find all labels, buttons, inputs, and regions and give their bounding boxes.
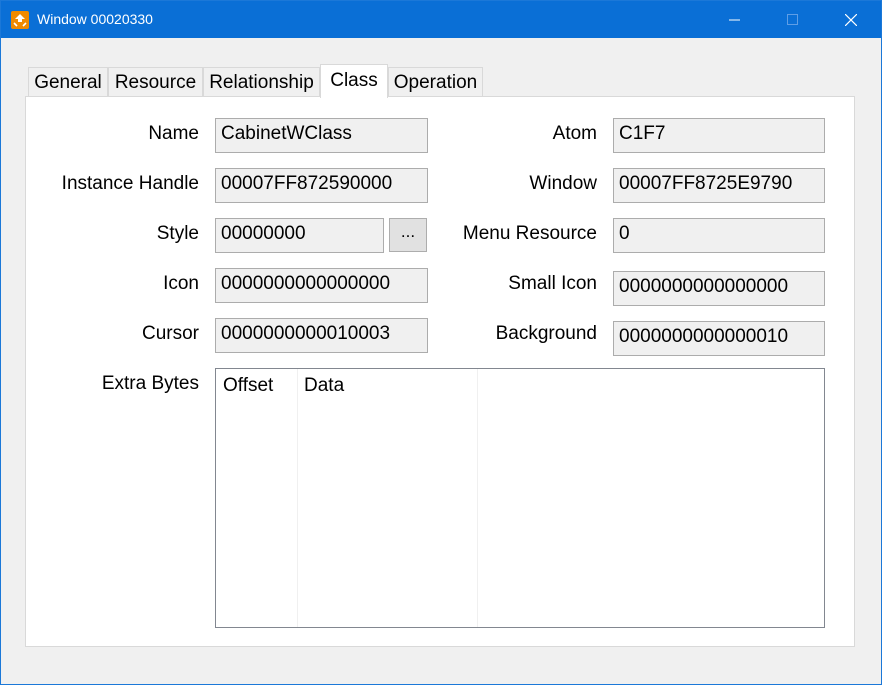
style-label: Style [156, 223, 199, 244]
instance-handle-label: Instance Handle [61, 173, 199, 194]
tab-general[interactable]: General [28, 67, 108, 96]
extra-bytes-list[interactable]: Offset Data [215, 368, 825, 628]
window-label: Window [529, 173, 597, 194]
cursor-field[interactable]: 0000000000010003 [215, 318, 428, 353]
window-title: Window 00020330 [37, 11, 153, 27]
cursor-label: Cursor [141, 323, 199, 344]
maximize-icon [787, 14, 798, 25]
small-icon-label: Small Icon [508, 273, 597, 294]
name-field[interactable]: CabinetWClass [215, 118, 428, 153]
background-field[interactable]: 0000000000000010 [613, 321, 825, 356]
instance-handle-field[interactable]: 00007FF872590000 [215, 168, 428, 203]
tab-resource[interactable]: Resource [108, 67, 203, 96]
style-details-button[interactable]: ... [389, 218, 427, 252]
tab-class[interactable]: Class [320, 64, 388, 98]
column-divider[interactable] [297, 369, 298, 627]
minimize-button[interactable] [712, 1, 758, 38]
close-button[interactable] [828, 1, 874, 38]
column-header-offset[interactable]: Offset [216, 369, 297, 401]
background-label: Background [495, 323, 597, 344]
maximize-button[interactable] [770, 1, 816, 38]
app-icon[interactable] [11, 11, 29, 29]
window-field[interactable]: 00007FF8725E9790 [613, 168, 825, 203]
minimize-icon [729, 19, 740, 21]
close-icon [845, 14, 857, 26]
title-bar[interactable]: Window 00020330 [1, 1, 881, 38]
menu-resource-field[interactable]: 0 [613, 218, 825, 253]
style-field[interactable]: 00000000 [215, 218, 384, 253]
icon-label: Icon [163, 273, 199, 294]
icon-field[interactable]: 0000000000000000 [215, 268, 428, 303]
small-icon-field[interactable]: 0000000000000000 [613, 271, 825, 306]
menu-resource-label: Menu Resource [462, 223, 597, 244]
extra-bytes-label: Extra Bytes [101, 373, 199, 394]
properties-window: Window 00020330 General Resource Relatio… [0, 0, 882, 685]
tab-relationship[interactable]: Relationship [203, 67, 320, 96]
name-label: Name [148, 123, 199, 144]
atom-field[interactable]: C1F7 [613, 118, 825, 153]
atom-label: Atom [552, 123, 597, 144]
column-divider[interactable] [477, 369, 478, 627]
column-header-data[interactable]: Data [297, 369, 477, 401]
tab-operation[interactable]: Operation [388, 67, 483, 96]
